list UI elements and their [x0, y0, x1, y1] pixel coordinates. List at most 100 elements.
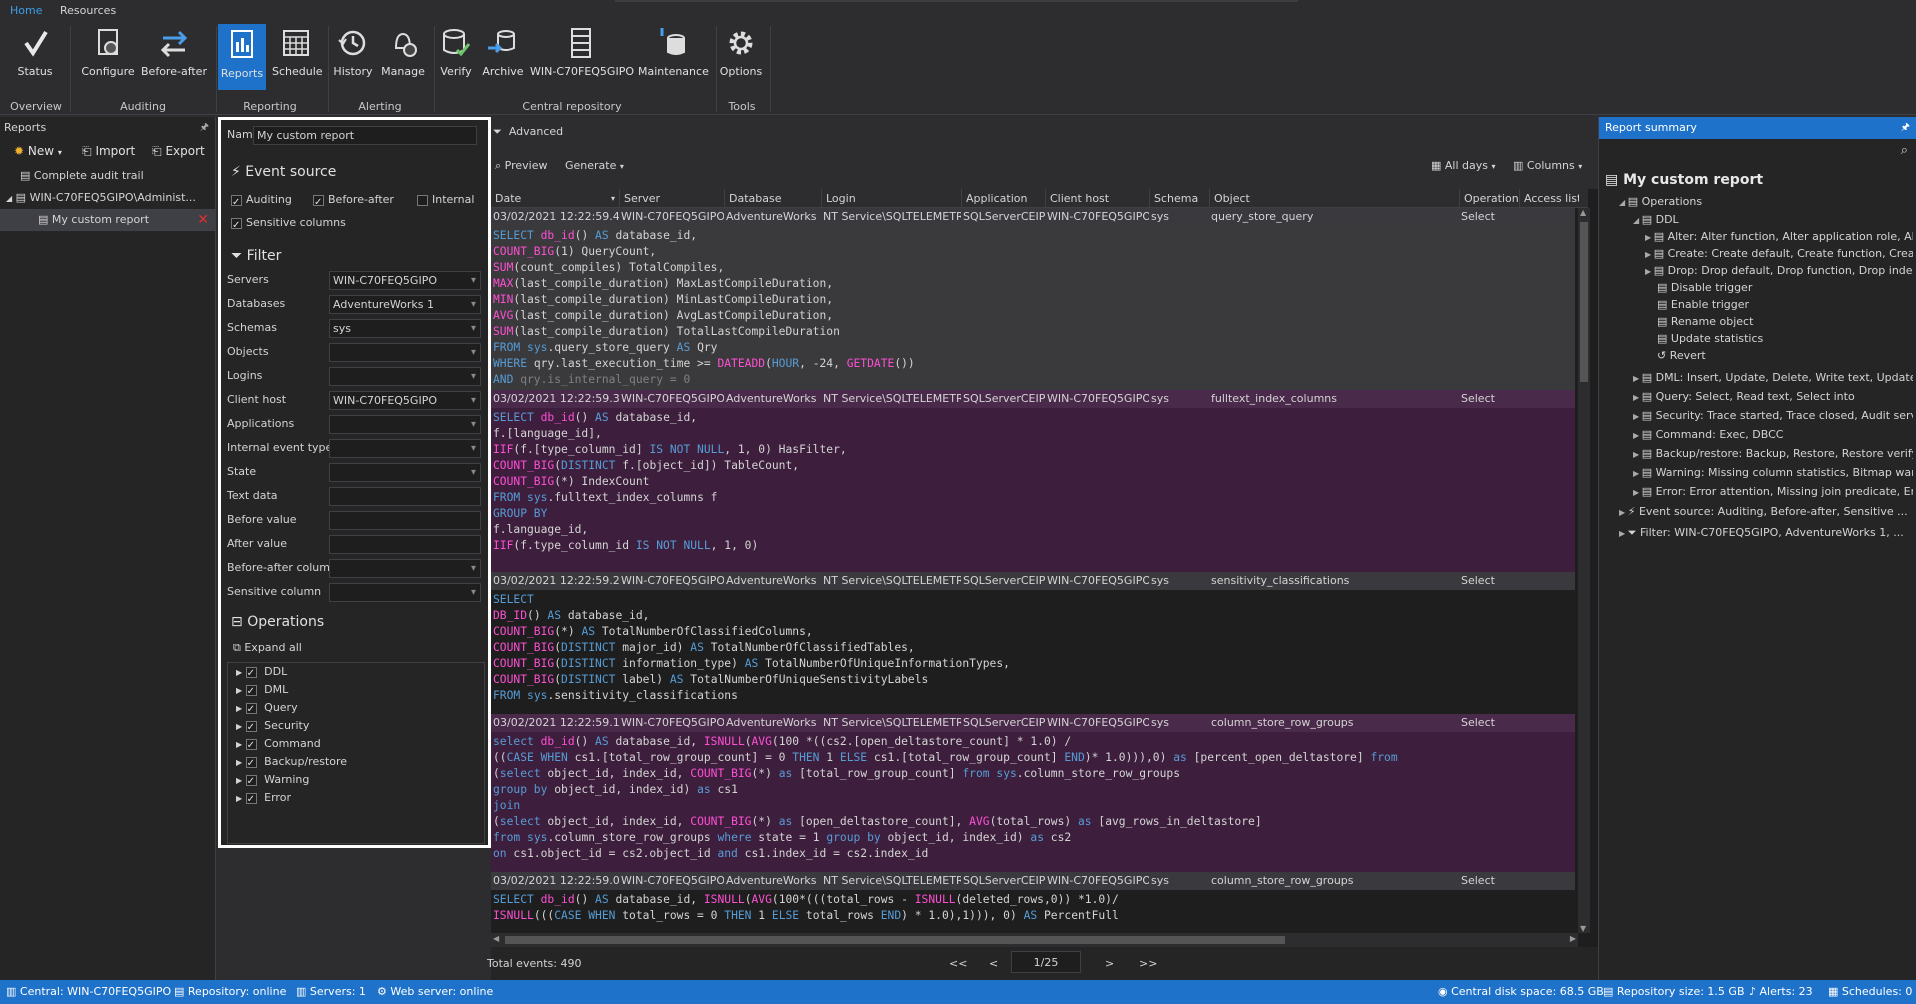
databases-dropdown[interactable]: AdventureWorks 1 [329, 295, 481, 314]
status-alerts[interactable]: ♪ Alerts: 23 [1749, 985, 1813, 998]
summary-operation-item[interactable]: ▶ ▤ Backup/restore: Backup, Restore, Res… [1633, 445, 1913, 462]
horizontal-scrollbar[interactable]: ◀ ▶ [491, 933, 1578, 947]
operation-item-command[interactable]: ▶ Command [228, 735, 484, 755]
checkbox-checked-icon[interactable] [245, 755, 257, 773]
operation-item-query[interactable]: ▶ Query [228, 699, 484, 719]
advanced-filter-toggle[interactable]: ⏷ Advanced [493, 125, 563, 139]
summary-ddl-item[interactable]: ▤ Rename object [1657, 313, 1913, 330]
operation-item-warning[interactable]: ▶ Warning [228, 771, 484, 791]
checkbox-checked-icon[interactable] [245, 683, 257, 701]
expand-arrow-icon[interactable]: ▶ [1633, 488, 1642, 497]
tree-item-admin-folder[interactable]: ◢ ▤ WIN-C70FEQ5GIPO\Administ... [0, 187, 215, 209]
import-button[interactable]: ⎗ Import [82, 144, 135, 159]
expand-arrow-icon[interactable]: ▶ [1633, 412, 1642, 421]
page-input[interactable]: 1/25 [1011, 951, 1081, 973]
search-icon[interactable]: ⌕ [1901, 143, 1908, 158]
reports-button[interactable]: Reports [218, 24, 266, 90]
summary-operation-item[interactable]: ▶ ▤ Security: Trace started, Trace close… [1633, 407, 1913, 424]
column-header-server[interactable]: Server [619, 189, 724, 208]
logins-dropdown[interactable] [329, 367, 481, 386]
archive-button[interactable]: Archive [480, 26, 526, 88]
summary-ddl-item[interactable]: ▤ Update statistics [1657, 330, 1913, 347]
expand-arrow-icon[interactable]: ▶ [1619, 508, 1628, 517]
checkbox-checked-icon[interactable] [245, 737, 257, 755]
expand-arrow-icon[interactable]: ▶ [1633, 431, 1642, 440]
summary-operation-item[interactable]: ▶ ▤ Command: Exec, DBCC [1633, 426, 1913, 443]
vertical-scroll-thumb[interactable] [1580, 222, 1588, 382]
expand-arrow-icon[interactable]: ▶ [1633, 469, 1642, 478]
summary-ddl-item[interactable]: ▤ Enable trigger [1657, 296, 1913, 313]
column-header-schema[interactable]: Schema [1149, 189, 1209, 208]
summary-filter[interactable]: ▶ ⏷ Filter: WIN-C70FEQ5GIPO, AdventureWo… [1619, 524, 1913, 541]
table-row[interactable]: 03/02/2021 12:22:59.030 AMWIN-C70FEQ5GIP… [491, 872, 1575, 890]
summary-ddl-item[interactable]: ▶ ▤ Create: Create default, Create funct… [1645, 245, 1913, 262]
pin-icon[interactable]: 🖈 [1901, 117, 1910, 139]
summary-ddl-item[interactable]: ▤ Disable trigger [1657, 279, 1913, 296]
tree-item-my-custom-report[interactable]: ▤ My custom report ✕ [0, 209, 215, 231]
vertical-scrollbar[interactable]: ▲ ▼ [1578, 208, 1590, 933]
operation-item-dml[interactable]: ▶ DML [228, 681, 484, 701]
summary-ddl-item[interactable]: ▶ ▤ Drop: Drop default, Drop function, D… [1645, 262, 1913, 279]
collapse-arrow-icon[interactable]: ◢ [1633, 216, 1642, 225]
summary-operation-item[interactable]: ▶ ▤ Error: Error attention, Missing join… [1633, 483, 1913, 500]
scroll-down-icon[interactable]: ▼ [1580, 924, 1586, 933]
client-host-dropdown[interactable]: WIN-C70FEQ5GIPO [329, 391, 481, 410]
generate-button[interactable]: Generate ▾ [565, 159, 624, 172]
applications-dropdown[interactable] [329, 415, 481, 434]
scroll-right-icon[interactable]: ▶ [1570, 934, 1576, 943]
manage-button[interactable]: Manage [378, 26, 428, 88]
servers-dropdown[interactable]: WIN-C70FEQ5GIPO [329, 271, 481, 290]
expand-arrow-icon[interactable]: ▶ [1633, 450, 1642, 459]
checkbox-checked-icon[interactable] [245, 665, 257, 683]
checkbox-checked-icon[interactable] [245, 701, 257, 719]
expand-arrow-icon[interactable]: ▶ [1633, 393, 1642, 402]
auditing-checkbox[interactable]: Auditing [231, 190, 292, 213]
checkbox-checked-icon[interactable] [245, 791, 257, 809]
export-button[interactable]: ⎗ Export [152, 144, 205, 159]
checkbox-checked-icon[interactable] [245, 719, 257, 737]
internal-checkbox[interactable]: Internal [417, 190, 474, 210]
after-value-input[interactable] [329, 535, 481, 554]
delete-icon[interactable]: ✕ [197, 209, 209, 231]
column-header-database[interactable]: Database [724, 189, 821, 208]
summary-operation-item[interactable]: ▶ ▤ Warning: Missing column statistics, … [1633, 464, 1913, 481]
operation-item-error[interactable]: ▶ Error [228, 789, 484, 809]
column-header-object[interactable]: Object [1209, 189, 1459, 208]
tab-resources[interactable]: Resources [60, 4, 116, 17]
checkbox-checked-icon[interactable] [245, 773, 257, 791]
all-days-button[interactable]: ▦ All days ▾ [1431, 159, 1496, 172]
column-header-application[interactable]: Application [961, 189, 1045, 208]
pin-icon[interactable]: 🖈 [200, 117, 209, 139]
state-dropdown[interactable] [329, 463, 481, 482]
summary-operation-item[interactable]: ▶ ▤ Query: Select, Read text, Select int… [1633, 388, 1913, 405]
sensitive-column-dropdown[interactable] [329, 583, 481, 602]
status-button[interactable]: Status [8, 26, 62, 88]
operation-item-backup-restore[interactable]: ▶ Backup/restore [228, 753, 484, 773]
history-button[interactable]: History [330, 26, 376, 88]
first-page-button[interactable]: << [949, 957, 967, 970]
tree-item-complete-audit-trail[interactable]: ▤ Complete audit trail [0, 165, 215, 187]
before-value-input[interactable] [329, 511, 481, 530]
summary-operations[interactable]: ◢ ▤ Operations [1619, 193, 1913, 210]
before-after-column-dropdown[interactable] [329, 559, 481, 578]
columns-button[interactable]: ▥ Columns ▾ [1513, 159, 1582, 172]
column-header-client-host[interactable]: Client host [1045, 189, 1149, 208]
summary-ddl-item[interactable]: ▶ ▤ Alter: Alter function, Alter applica… [1645, 228, 1913, 245]
tab-home[interactable]: Home [10, 4, 42, 17]
schedule-button[interactable]: Schedule [272, 26, 323, 88]
preview-button[interactable]: ⌕ Preview [495, 159, 548, 173]
summary-event-source[interactable]: ▶ ⚡ Event source: Auditing, Before-after… [1619, 503, 1913, 520]
maintenance-button[interactable]: Maintenance [638, 26, 709, 88]
expand-all-button[interactable]: ⧉ Expand all [233, 638, 302, 658]
column-header-access-list[interactable]: Access list [1519, 189, 1579, 208]
verify-button[interactable]: Verify [436, 26, 476, 88]
expand-arrow-icon[interactable]: ▶ [1645, 267, 1654, 276]
previous-page-button[interactable]: < [989, 957, 998, 970]
collapse-arrow-icon[interactable]: ◢ [1619, 198, 1628, 207]
horizontal-scroll-thumb[interactable] [505, 936, 1285, 944]
expand-arrow-icon[interactable]: ▶ [1645, 250, 1654, 259]
report-name-input[interactable]: My custom report [253, 126, 477, 145]
configure-button[interactable]: Configure [78, 26, 138, 88]
sensitive-columns-checkbox[interactable]: Sensitive columns [231, 213, 346, 236]
text-data-input[interactable] [329, 487, 481, 506]
